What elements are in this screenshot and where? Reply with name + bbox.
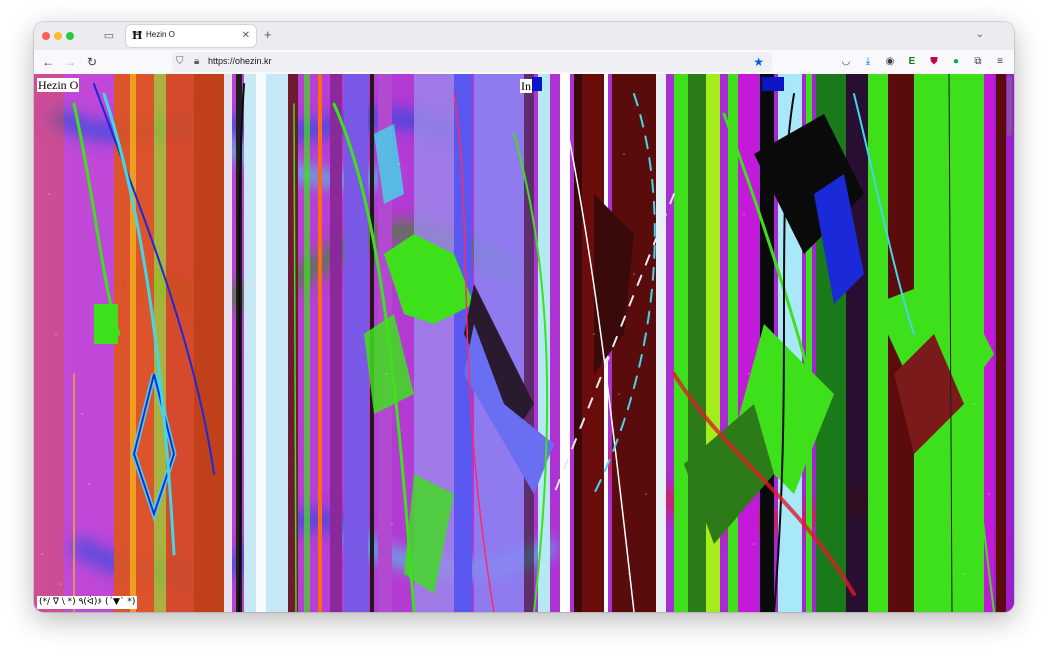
download-icon[interactable]: ⤓: [860, 54, 876, 70]
vertical-stripes: [114, 74, 1006, 612]
nav-link[interactable]: In: [520, 79, 532, 93]
tab-bar: ▭ Ħ Hezin O ✕ + ⌄: [34, 22, 1014, 50]
shield-icon[interactable]: ⛉: [176, 55, 186, 69]
close-icon[interactable]: ✕: [242, 29, 250, 43]
tab-overview-icon[interactable]: ▭: [102, 29, 116, 43]
chevron-down-icon[interactable]: ⌄: [976, 29, 984, 40]
browser-window: ▭ Ħ Hezin O ✕ + ⌄ ← → ↻ ⛉ 🔒︎ https://ohe…: [34, 22, 1014, 612]
nav-bar: ← → ↻ ⛉ 🔒︎ https://ohezin.kr ★ ◡ ⤓ ◉ E ⛊…: [34, 50, 1014, 75]
account-icon[interactable]: ◉: [882, 54, 898, 70]
toolbar-icons: ◡ ⤓ ◉ E ⛊ ● ⧉ ≡: [838, 54, 1008, 70]
vertical-scrollbar[interactable]: [1007, 76, 1012, 136]
pocket-icon[interactable]: ◡: [838, 54, 854, 70]
tab-title: Hezin O: [146, 30, 175, 39]
plus-icon[interactable]: +: [264, 28, 272, 42]
url-text[interactable]: https://ohezin.kr: [208, 56, 272, 66]
footer-kaomoji: (*/ ∇ \ *) ٩(ᐛ)۶ (´▼` *): [37, 596, 138, 609]
tab-active[interactable]: Ħ Hezin O ✕: [126, 25, 256, 47]
blue-block: [532, 77, 542, 91]
extension-shield-icon[interactable]: ⛊: [926, 54, 942, 70]
extension-circle-icon[interactable]: ●: [948, 54, 964, 70]
extensions-puzzle-icon[interactable]: ⧉: [970, 54, 986, 70]
blue-block: [762, 77, 784, 91]
minimize-window-button[interactable]: [54, 32, 62, 40]
web-page: Hezin O In (*/ ∇ \ *) ٩(ᐛ)۶ (´▼` *): [34, 74, 1014, 612]
extension-e-icon[interactable]: E: [904, 54, 920, 70]
address-bar[interactable]: ⛉ 🔒︎ https://ohezin.kr ★: [172, 52, 772, 72]
glitch-art-canvas: [34, 74, 1014, 612]
arrow-left-icon[interactable]: ←: [40, 54, 56, 70]
favicon-icon: Ħ: [132, 29, 143, 42]
reload-icon[interactable]: ↻: [84, 54, 100, 70]
menu-icon[interactable]: ≡: [992, 54, 1008, 70]
lock-icon[interactable]: 🔒︎: [194, 55, 204, 69]
site-title[interactable]: Hezin O: [37, 78, 80, 92]
bookmark-star-icon[interactable]: ★: [753, 54, 764, 70]
zoom-window-button[interactable]: [66, 32, 74, 40]
close-window-button[interactable]: [42, 32, 50, 40]
arrow-right-icon[interactable]: →: [62, 54, 78, 70]
